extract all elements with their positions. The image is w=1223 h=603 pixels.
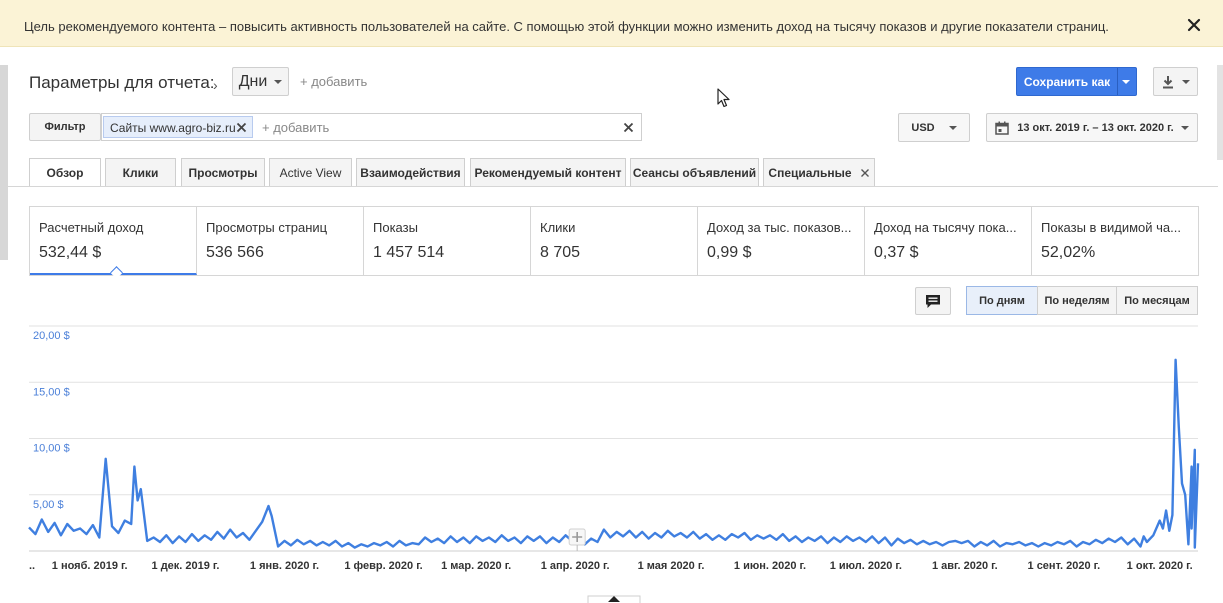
currency-value: USD (911, 121, 935, 134)
metric-page-views[interactable]: Просмотры страниц 536 566 (197, 207, 364, 275)
download-button[interactable] (1153, 67, 1198, 96)
close-icon[interactable] (236, 122, 247, 133)
chevron-right-icon: › (213, 77, 218, 93)
y-tick-label: 10,00 $ (33, 443, 70, 455)
x-tick-label: 1 июн. 2020 г. (734, 560, 806, 572)
metric-impression-rpm[interactable]: Доход за тыс. показов... 0,99 $ (698, 207, 865, 275)
banner-text: Цель рекомендуемого контента – повысить … (24, 19, 1109, 34)
revenue-chart: 20,00 $ 15,00 $ 10,00 $ 5,00 $.. 1 нояб. 201… (28, 325, 1200, 603)
tab-views[interactable]: Просмотры (181, 158, 265, 186)
period-toggle: По дням По неделям По месяцам (966, 286, 1198, 315)
metric-label: Просмотры страниц (206, 220, 328, 235)
x-tick-label: 1 февр. 2020 г. (344, 560, 422, 572)
clear-icon[interactable] (623, 122, 634, 133)
save-as-button[interactable]: Сохранить как (1016, 67, 1137, 96)
metric-viewability[interactable]: Показы в видимой ча... 52,02% (1032, 207, 1198, 275)
download-icon (1163, 75, 1173, 88)
filter-chip-label: Сайты www.agro-biz.ru (110, 121, 236, 135)
side-panel-edge (0, 65, 8, 260)
metric-label: Расчетный доход (39, 220, 144, 235)
add-filter-link[interactable]: + добавить (262, 120, 329, 135)
metric-value: 52,02% (1041, 244, 1096, 261)
close-icon[interactable] (1186, 17, 1202, 33)
metric-page-rpm[interactable]: Доход на тысячу пока... 0,37 $ (865, 207, 1032, 275)
tab-active-view[interactable]: Active View (269, 158, 352, 186)
dimension-select[interactable]: Дни (232, 67, 289, 96)
close-icon[interactable] (860, 168, 870, 178)
x-tick-label: 1 окт. 2020 г. (1127, 560, 1193, 572)
x-tick-label: 1 мая 2020 г. (638, 560, 705, 572)
tab-custom-label: Специальные (768, 165, 852, 180)
period-months-button[interactable]: По месяцам (1116, 286, 1198, 315)
tab-interactions[interactable]: Взаимодействия (356, 158, 465, 186)
save-as-label: Сохранить как (1023, 74, 1111, 89)
metric-value: 0,99 $ (707, 244, 752, 261)
period-weeks-button[interactable]: По неделям (1037, 286, 1117, 315)
x-tick-label: 1 янв. 2020 г. (250, 560, 319, 572)
tab-clicks[interactable]: Клики (105, 158, 176, 186)
selected-pointer (110, 266, 123, 279)
info-banner: Цель рекомендуемого контента – повысить … (0, 0, 1223, 47)
metric-impressions[interactable]: Показы 1 457 514 (364, 207, 531, 275)
metric-value: 8 705 (540, 244, 581, 261)
chevron-down-icon (274, 79, 283, 84)
scrollbar[interactable] (1217, 65, 1223, 160)
mouse-cursor-icon (717, 88, 730, 108)
save-divider (1117, 68, 1118, 95)
x-tick-label: .. (29, 560, 35, 572)
metric-value: 532,44 $ (39, 244, 102, 261)
metric-value: 0,37 $ (874, 244, 919, 261)
chevron-down-icon (1180, 125, 1189, 130)
y-tick-label: 5,00 $ (33, 499, 64, 511)
metric-label: Клики (540, 220, 576, 235)
metric-label: Показы (373, 220, 418, 235)
chevron-down-icon[interactable] (1122, 80, 1130, 84)
metric-estimated-revenue[interactable]: Расчетный доход 532,44 $ (30, 207, 197, 279)
tab-divider (8, 186, 1218, 187)
chevron-down-icon (1182, 79, 1190, 84)
metric-value: 1 457 514 (373, 244, 445, 261)
metric-label: Показы в видимой ча... (1041, 220, 1181, 235)
x-tick-label: 1 мар. 2020 г. (441, 560, 511, 572)
filter-chip[interactable]: Сайты www.agro-biz.ru (103, 116, 253, 138)
series-line (28, 358, 1200, 549)
calendar-icon (995, 121, 1010, 135)
chevron-down-icon (948, 125, 957, 130)
tab-overview[interactable]: Обзор (29, 158, 101, 187)
x-tick-label: 1 июл. 2020 г. (830, 560, 902, 572)
currency-select[interactable]: USD (898, 113, 970, 142)
filter-button[interactable]: Фильтр (29, 113, 101, 141)
metrics-scorecard: Расчетный доход 532,44 $ Просмотры стран… (29, 206, 1199, 279)
dimension-value: Дни (238, 72, 268, 90)
tab-recommended-content[interactable]: Рекомендуемый контент (470, 158, 626, 186)
metric-clicks[interactable]: Клики 8 705 (531, 207, 698, 275)
x-tick-label: 1 дек. 2019 г. (152, 560, 220, 572)
x-tick-label: 1 авг. 2020 г. (932, 560, 998, 572)
x-tick-label: 1 сент. 2020 г. (1028, 560, 1101, 572)
period-days-button[interactable]: По дням (966, 286, 1038, 315)
annotation-button[interactable] (915, 287, 951, 315)
add-dimension-link[interactable]: + добавить (300, 74, 367, 89)
metric-label: Доход за тыс. показов... (707, 220, 852, 235)
tab-custom[interactable]: Специальные (763, 158, 875, 186)
params-label: Параметры для отчета: (29, 73, 215, 92)
date-range-value: 13 окт. 2019 г. – 13 окт. 2020 г. (1017, 121, 1174, 134)
filter-input[interactable]: Сайты www.agro-biz.ru + добавить (101, 113, 642, 141)
comment-icon (926, 294, 940, 308)
x-tick-label: 1 нояб. 2019 г. (52, 560, 128, 572)
metric-value: 536 566 (206, 244, 264, 261)
y-tick-label: 15,00 $ (33, 386, 70, 398)
x-tick-label: 1 апр. 2020 г. (541, 560, 610, 572)
metric-label: Доход на тысячу пока... (874, 220, 1017, 235)
date-range-select[interactable]: 13 окт. 2019 г. – 13 окт. 2020 г. (986, 113, 1198, 142)
tab-ad-sessions[interactable]: Сеансы объявлений (630, 158, 759, 186)
y-tick-label: 20,00 $ (33, 330, 70, 342)
